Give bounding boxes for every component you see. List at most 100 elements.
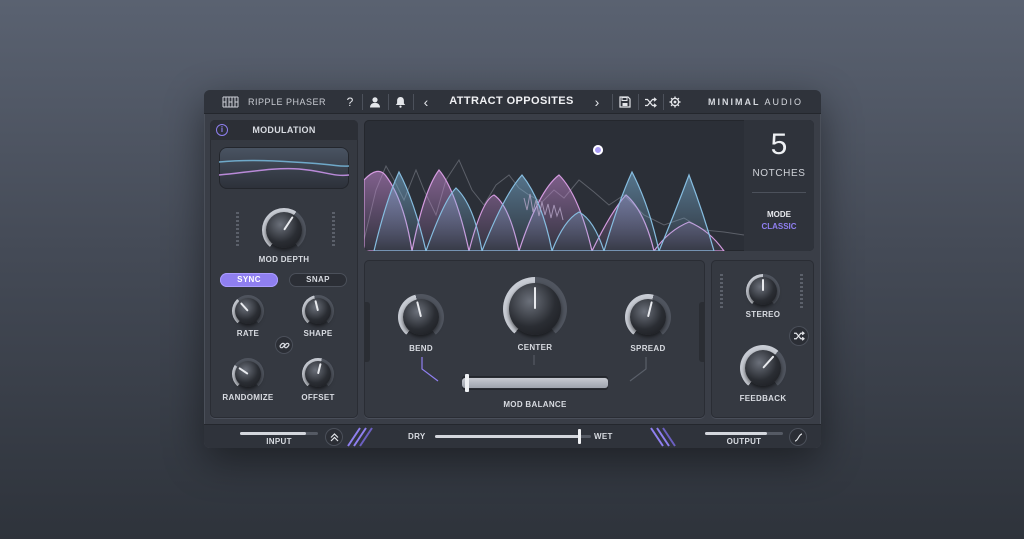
help-icon: ? <box>346 95 354 109</box>
snap-toggle[interactable]: SNAP <box>289 273 347 287</box>
output-slider[interactable] <box>705 432 783 435</box>
chevron-up-double-icon <box>330 432 338 441</box>
stereo-meter-left <box>720 274 723 308</box>
bend-label: BEND <box>409 344 433 353</box>
shuffle-icon <box>644 96 657 108</box>
dry-label: DRY <box>408 432 426 441</box>
bend-knob[interactable] <box>398 294 444 340</box>
side-rail-right <box>699 302 705 362</box>
notches-label: NOTCHES <box>752 168 806 179</box>
input-level-fill <box>240 432 307 435</box>
output-label: OUTPUT <box>726 437 762 446</box>
output-level-fill <box>705 432 768 435</box>
spread-knob[interactable] <box>625 294 671 340</box>
mode-value[interactable]: CLASSIC <box>744 222 814 231</box>
notifications-button[interactable] <box>392 94 408 110</box>
mod-depth-label: MOD DEPTH <box>258 255 310 264</box>
mod-balance-slider[interactable] <box>462 374 608 392</box>
brand-left: MINIMAL <box>707 97 761 107</box>
preset-name[interactable]: ATTRACT OPPOSITES <box>434 95 589 107</box>
offset-label: OFFSET <box>301 393 335 402</box>
randomize-preset-button[interactable] <box>642 94 658 110</box>
randomize-label: RANDOMIZE <box>222 393 274 402</box>
input-gain-button[interactable] <box>325 428 343 446</box>
input-slider[interactable] <box>240 432 318 435</box>
curve-icon <box>794 432 802 442</box>
gear-icon <box>669 96 681 108</box>
feedback-knob[interactable] <box>740 345 786 391</box>
next-preset-button[interactable]: › <box>590 94 604 110</box>
divider <box>663 94 664 110</box>
modulation-panel: i MODULATION MOD DEPTH SYNC SNAP RATE SH… <box>210 120 358 418</box>
dry-wet-fill <box>435 435 579 438</box>
wet-label: WET <box>594 432 613 441</box>
chevron-right-icon: › <box>594 94 600 110</box>
divider <box>612 94 613 110</box>
info-icon[interactable]: i <box>216 124 228 136</box>
mod-depth-knob[interactable] <box>262 208 306 252</box>
sync-toggle[interactable]: SYNC <box>220 273 278 287</box>
stereo-knob[interactable] <box>746 274 780 308</box>
lfo-shape-display[interactable] <box>219 147 349 189</box>
offset-knob[interactable] <box>302 358 334 390</box>
shape-knob[interactable] <box>302 295 334 327</box>
modulation-title: MODULATION <box>252 125 316 135</box>
feedback-label: FEEDBACK <box>739 394 787 403</box>
notch-readout: 5 NOTCHES MODE CLASSIC <box>744 120 814 251</box>
account-button[interactable] <box>367 94 383 110</box>
user-icon <box>370 97 380 108</box>
dry-wet-slider[interactable] <box>435 429 591 444</box>
shape-label: SHAPE <box>303 329 333 338</box>
brand-right: AUDIO <box>764 97 803 107</box>
settings-button[interactable] <box>667 94 683 110</box>
product-name: RIPPLE PHASER <box>248 97 327 107</box>
save-icon <box>619 96 631 108</box>
center-label: CENTER <box>517 343 553 352</box>
chevron-left-icon: ‹ <box>423 94 429 110</box>
mod-balance-thumb[interactable] <box>464 374 469 392</box>
link-icon <box>278 342 290 348</box>
notch-handle[interactable] <box>593 145 603 155</box>
notches-value[interactable]: 5 <box>744 128 814 162</box>
bell-icon <box>395 97 405 108</box>
notch-display[interactable]: 5 NOTCHES MODE CLASSIC <box>364 120 814 251</box>
divider <box>362 94 363 110</box>
stereo-label: STEREO <box>745 310 781 319</box>
mod-balance-label: MOD BALANCE <box>503 400 567 409</box>
mod-meter-left <box>236 212 239 246</box>
stereo-swap-button[interactable] <box>789 326 809 346</box>
spread-label: SPREAD <box>630 344 666 353</box>
save-button[interactable] <box>617 94 633 110</box>
divider <box>638 94 639 110</box>
link-button[interactable] <box>275 336 293 354</box>
readout-divider <box>752 192 806 193</box>
output-curve-button[interactable] <box>789 428 807 446</box>
output-controls-panel: STEREO FEEDBACK <box>711 260 814 418</box>
mod-balance-fill <box>462 378 608 388</box>
rate-label: RATE <box>236 329 260 338</box>
notch-spectrum <box>364 158 744 251</box>
footer-bar: INPUT DRY WET OUTPUT <box>204 424 821 448</box>
decor-stripes-left <box>347 427 373 447</box>
center-knob[interactable] <box>503 277 567 341</box>
brand-logo: MINIMAL AUDIO <box>708 97 803 107</box>
decor-stripes-right <box>650 427 676 447</box>
help-button[interactable]: ? <box>344 94 356 110</box>
input-label: INPUT <box>266 437 292 446</box>
rate-knob[interactable] <box>232 295 264 327</box>
side-rail-left <box>364 302 370 362</box>
stereo-meter-right <box>800 274 803 308</box>
randomize-knob[interactable] <box>232 358 264 390</box>
plugin-window: RIPPLE PHASER ? ‹ ATTRACT OPPOSITES › MI… <box>204 90 821 448</box>
main-controls-panel: BEND CENTER SPREAD MOD BALANCE <box>364 260 705 418</box>
divider <box>413 94 414 110</box>
header-bar: RIPPLE PHASER ? ‹ ATTRACT OPPOSITES › MI… <box>204 90 821 114</box>
dry-wet-thumb[interactable] <box>577 429 581 444</box>
prev-preset-button[interactable]: ‹ <box>419 94 433 110</box>
lfo-waveform <box>219 159 349 177</box>
ripple-logo-icon <box>222 96 242 111</box>
shuffle-icon <box>794 331 805 341</box>
divider <box>388 94 389 110</box>
mod-meter-right <box>332 212 335 246</box>
mode-label: MODE <box>767 210 791 219</box>
